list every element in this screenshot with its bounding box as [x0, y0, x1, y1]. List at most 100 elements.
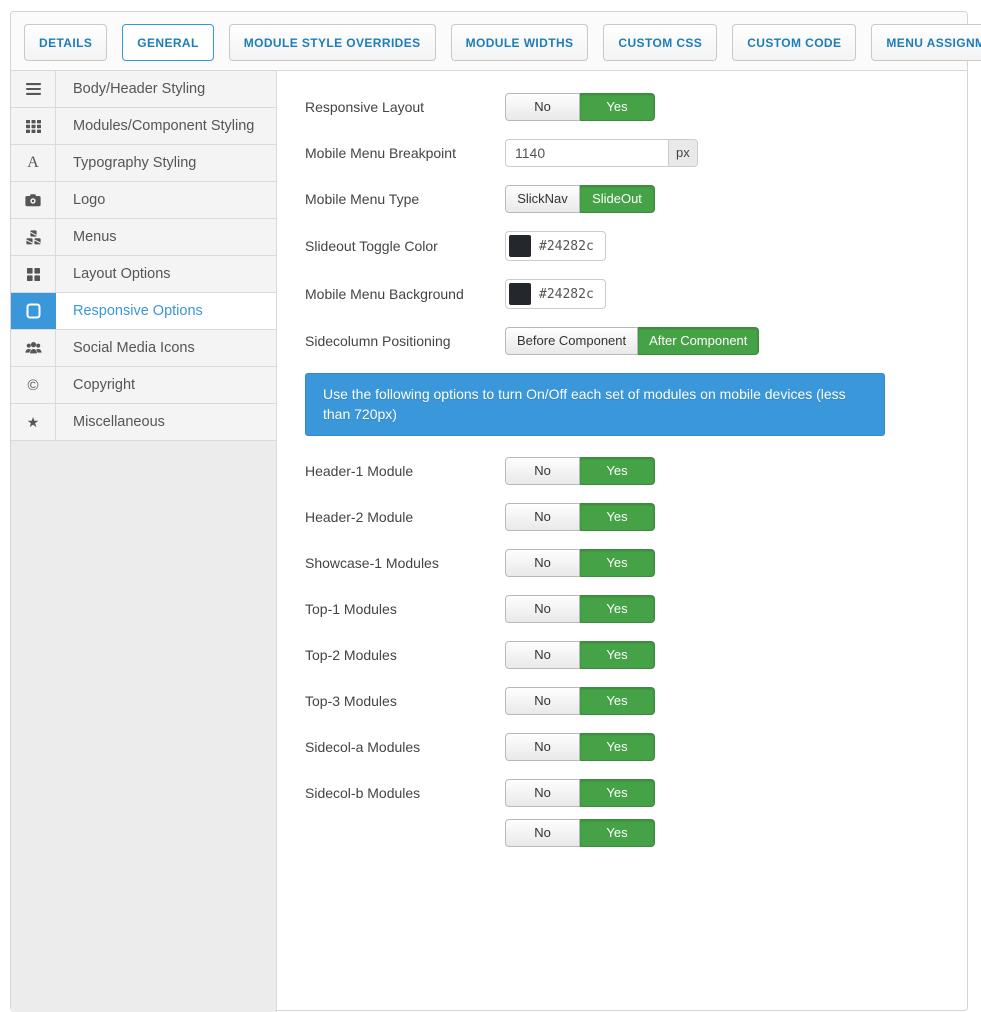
form-row-top-1-modules: Top-1 Modules NoYes	[305, 595, 967, 623]
form-row-header-1-module: Header-1 Module NoYes	[305, 457, 967, 485]
field-label: Mobile Menu Type	[305, 191, 505, 207]
toggle-group: NoYes	[505, 641, 655, 669]
toggle-option-no[interactable]: No	[505, 549, 580, 577]
toggle-option-no[interactable]: No	[505, 779, 580, 807]
color-picker[interactable]: #24282c	[505, 231, 606, 261]
field-label: Slideout Toggle Color	[305, 238, 505, 254]
toggle-group: Before ComponentAfter Component	[505, 327, 759, 355]
sidebar-item-modules-component-styling[interactable]: Modules/Component Styling	[11, 108, 276, 145]
th-large-icon	[11, 256, 56, 292]
copyright-icon: ©	[11, 367, 56, 403]
toggle-group: NoYes	[505, 779, 655, 807]
field-label: Mobile Menu Breakpoint	[305, 145, 505, 161]
form-row-sidecol-a-modules: Sidecol-a Modules NoYes	[305, 733, 967, 761]
sidebar-item-responsive-options[interactable]: Responsive Options	[11, 293, 276, 330]
toggle-option-yes[interactable]: Yes	[580, 733, 655, 761]
sidebar-item-miscellaneous[interactable]: ★ Miscellaneous	[11, 404, 276, 441]
sidebar-item-copyright[interactable]: © Copyright	[11, 367, 276, 404]
form-row: Mobile Menu Background #24282c	[305, 279, 967, 309]
form-row-header-2-module: Header-2 Module NoYes	[305, 503, 967, 531]
toggle-group: NoYes	[505, 503, 655, 531]
sidebar-item-body-header-styling[interactable]: Body/Header Styling	[11, 71, 276, 108]
toggle-option-no[interactable]: No	[505, 595, 580, 623]
form-row-top-2-modules: Top-2 Modules NoYes	[305, 641, 967, 669]
form-row-row: NoYes	[305, 819, 967, 847]
toggle-option-yes[interactable]: Yes	[580, 641, 655, 669]
font-icon: A	[11, 145, 56, 181]
toggle-option-yes[interactable]: Yes	[580, 687, 655, 715]
toggle-group: NoYes	[505, 819, 655, 847]
form-row-top-3-modules: Top-3 Modules NoYes	[305, 687, 967, 715]
panel-body: Body/Header Styling Modules/Component St…	[11, 71, 967, 1012]
toggle-option-no[interactable]: No	[505, 641, 580, 669]
cubes-icon	[11, 219, 56, 255]
toggle-group: NoYes	[505, 687, 655, 715]
field-label: Sidecolumn Positioning	[305, 333, 505, 349]
input-addon: px	[668, 139, 698, 167]
toggle-option-before-component[interactable]: Before Component	[505, 327, 638, 355]
toggle-group: NoYes	[505, 733, 655, 761]
form-row-responsive-layout: Responsive Layout NoYes	[305, 93, 967, 121]
toggle-option-yes[interactable]: Yes	[580, 819, 655, 847]
tab-bar: DETAILS GENERAL MODULE STYLE OVERRIDES MODU…	[11, 12, 967, 71]
field-label: Sidecol-a Modules	[305, 739, 505, 755]
toggle-option-yes[interactable]: Yes	[580, 503, 655, 531]
tab-menu-assignment[interactable]: MENU ASSIGNMENT	[871, 24, 981, 61]
sidebar-filler	[11, 441, 276, 1012]
toggle-option-yes[interactable]: Yes	[580, 779, 655, 807]
sidebar-item-social-media-icons[interactable]: Social Media Icons	[11, 330, 276, 367]
toggle-option-yes[interactable]: Yes	[580, 549, 655, 577]
toggle-group: NoYes	[505, 457, 655, 485]
form-row-showcase-1-modules: Showcase-1 Modules NoYes	[305, 549, 967, 577]
grid-icon	[11, 108, 56, 144]
toggle-option-yes[interactable]: Yes	[580, 457, 655, 485]
breakpoint-input[interactable]	[505, 139, 668, 167]
field-label: Header-2 Module	[305, 509, 505, 525]
toggle-option-no[interactable]: No	[505, 687, 580, 715]
sidebar-item-menus[interactable]: Menus	[11, 219, 276, 256]
sidebar-item-layout-options[interactable]: Layout Options	[11, 256, 276, 293]
form-row: Mobile Menu Breakpoint px	[305, 139, 967, 167]
toggle-option-no[interactable]: No	[505, 93, 580, 121]
camera-icon	[11, 182, 56, 218]
field-label: Top-2 Modules	[305, 647, 505, 663]
tab-custom-code[interactable]: CUSTOM CODE	[732, 24, 856, 61]
toggle-option-after-component[interactable]: After Component	[638, 327, 759, 355]
tab-custom-css[interactable]: CUSTOM CSS	[603, 24, 717, 61]
star-icon: ★	[11, 404, 56, 440]
toggle-group: NoYes	[505, 93, 655, 121]
field-label: Showcase-1 Modules	[305, 555, 505, 571]
sidebar: Body/Header Styling Modules/Component St…	[11, 71, 277, 1012]
sidebar-item-logo[interactable]: Logo	[11, 182, 276, 219]
toggle-option-no[interactable]: No	[505, 819, 580, 847]
bars-icon	[11, 71, 56, 107]
tab-details[interactable]: DETAILS	[24, 24, 107, 61]
field-label: Sidecol-b Modules	[305, 785, 505, 801]
form-row: Slideout Toggle Color #24282c	[305, 231, 967, 261]
form-row-sidecolumn-positioning: Sidecolumn Positioning Before ComponentA…	[305, 327, 967, 355]
color-picker[interactable]: #24282c	[505, 279, 606, 309]
toggle-option-slideout[interactable]: SlideOut	[580, 185, 655, 213]
sidebar-item-typography-styling[interactable]: A Typography Styling	[11, 145, 276, 182]
color-hex-value: #24282c	[539, 239, 602, 254]
settings-panel: DETAILS GENERAL MODULE STYLE OVERRIDES MODU…	[10, 11, 968, 1011]
tab-general[interactable]: GENERAL	[122, 24, 213, 61]
toggle-option-no[interactable]: No	[505, 733, 580, 761]
toggle-option-yes[interactable]: Yes	[580, 595, 655, 623]
field-label: Mobile Menu Background	[305, 286, 505, 302]
field-label: Top-3 Modules	[305, 693, 505, 709]
form-row-mobile-menu-type: Mobile Menu Type SlickNavSlideOut	[305, 185, 967, 213]
color-swatch	[509, 235, 531, 257]
tab-module-widths[interactable]: MODULE WIDTHS	[451, 24, 589, 61]
toggle-group: SlickNavSlideOut	[505, 185, 655, 213]
toggle-option-slicknav[interactable]: SlickNav	[505, 185, 580, 213]
field-label: Responsive Layout	[305, 99, 505, 115]
color-swatch	[509, 283, 531, 305]
toggle-option-no[interactable]: No	[505, 503, 580, 531]
toggle-option-yes[interactable]: Yes	[580, 93, 655, 121]
toggle-option-no[interactable]: No	[505, 457, 580, 485]
tab-module-style-overrides[interactable]: MODULE STYLE OVERRIDES	[229, 24, 436, 61]
field-label: Header-1 Module	[305, 463, 505, 479]
settings-form: Responsive Layout NoYes Mobile Menu Brea…	[277, 71, 967, 1012]
form-row-sidecol-b-modules: Sidecol-b Modules NoYes	[305, 779, 967, 807]
